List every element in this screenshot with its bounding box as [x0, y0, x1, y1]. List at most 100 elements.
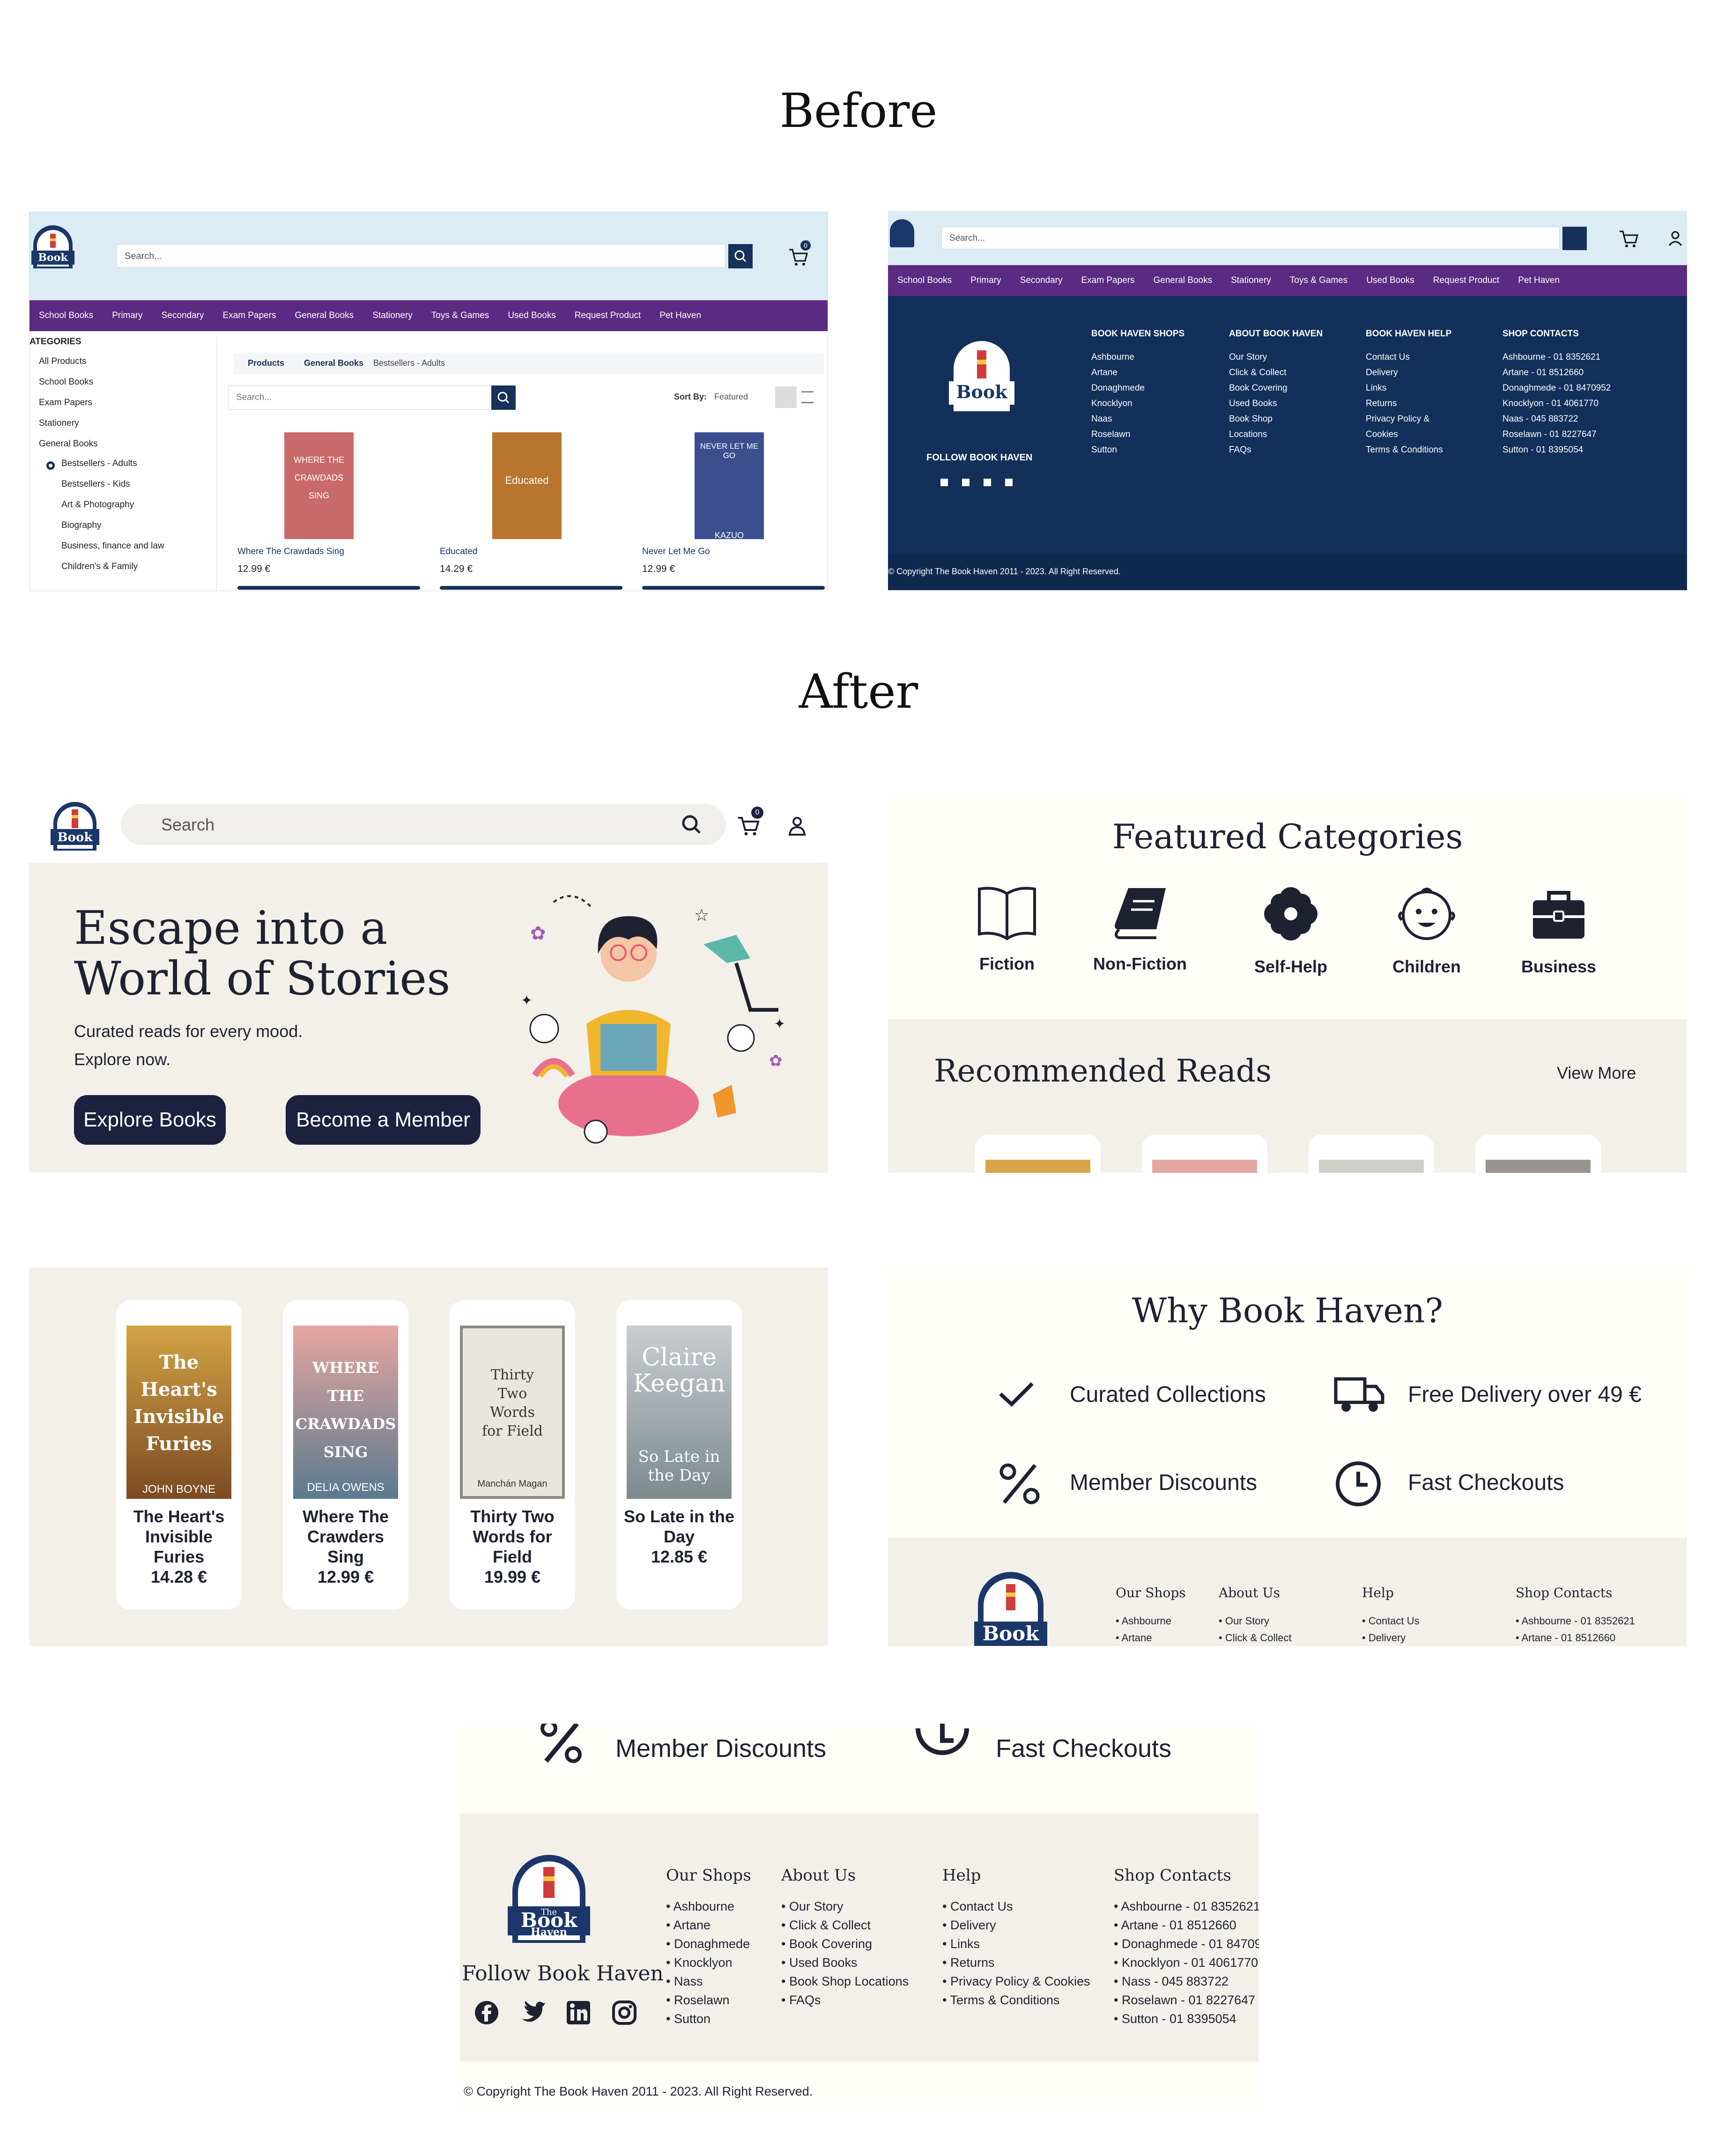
category-self-help[interactable]: Self-Help: [1230, 884, 1352, 977]
book-card[interactable]: WHERE THE CRAWDADS SING DELIA OWENS Where…: [283, 1300, 408, 1609]
footer-link[interactable]: Knocklyon: [1091, 396, 1184, 411]
nav-item[interactable]: General Books: [1144, 275, 1222, 286]
footer-link[interactable]: Book Shop Locations: [781, 1972, 909, 1991]
nav-item[interactable]: School Books: [888, 275, 961, 286]
nav-item[interactable]: Exam Papers: [1072, 275, 1144, 286]
footer-link[interactable]: Naas: [1091, 411, 1184, 427]
logo[interactable]: [890, 219, 914, 247]
instagram-icon[interactable]: [612, 2000, 637, 2028]
linkedin-icon[interactable]: [984, 479, 991, 486]
subcategory-item[interactable]: Bestsellers - Kids: [61, 479, 130, 489]
breadcrumb-general[interactable]: General Books: [304, 358, 363, 368]
footer-link[interactable]: Ashbourne: [1091, 349, 1184, 365]
footer-link[interactable]: Roselawn: [666, 1991, 751, 2009]
twitter-icon[interactable]: [962, 479, 970, 486]
nav-item[interactable]: Exam Papers: [213, 311, 285, 321]
nav-item[interactable]: Stationery: [363, 311, 422, 321]
nav-item[interactable]: Pet Haven: [1509, 275, 1569, 286]
instagram-icon[interactable]: [1005, 479, 1013, 486]
explore-books-button[interactable]: Explore Books: [74, 1095, 226, 1145]
become-member-button[interactable]: Become a Member: [286, 1095, 481, 1145]
footer-link[interactable]: Used Books: [1229, 396, 1323, 411]
category-item[interactable]: Exam Papers: [39, 398, 92, 408]
footer-link[interactable]: Sutton - 01 8395054: [1502, 442, 1611, 458]
subcategory-item[interactable]: Business, finance and law: [61, 541, 164, 551]
nav-item[interactable]: Primary: [961, 275, 1010, 286]
logo[interactable]: Book: [30, 222, 76, 273]
category-children[interactable]: Children: [1366, 884, 1488, 977]
footer-link[interactable]: Click & Collect: [781, 1916, 909, 1934]
footer-link[interactable]: Links: [942, 1934, 1090, 1953]
footer-link[interactable]: Donaghmede - 01 8470952: [1502, 380, 1611, 396]
old-search-button[interactable]: [1562, 227, 1587, 250]
nav-item[interactable]: Secondary: [1011, 275, 1072, 286]
footer-link[interactable]: Ashbourne - 01 8352621: [1114, 1897, 1259, 1916]
footer-link[interactable]: Sutton - 01 8395054: [1114, 2009, 1259, 2028]
footer-link[interactable]: Contact Us: [1366, 349, 1451, 365]
footer-link[interactable]: Book Covering: [1229, 380, 1323, 396]
footer-link[interactable]: Terms & Conditions: [942, 1991, 1090, 2009]
subcategory-item[interactable]: Art & Photography: [61, 500, 134, 510]
footer-link[interactable]: Used Books: [781, 1953, 909, 1972]
search-input[interactable]: Search: [121, 804, 726, 845]
category-item[interactable]: Stationery: [39, 418, 79, 429]
nav-item[interactable]: Request Product: [565, 311, 651, 321]
footer-link[interactable]: Privacy Policy & Cookies: [942, 1972, 1090, 1991]
product-title[interactable]: Where The Crawdads Sing: [237, 547, 344, 557]
category-item[interactable]: All Products: [39, 356, 86, 367]
footer-link[interactable]: Our Story: [781, 1897, 909, 1916]
add-to-cart-button[interactable]: [440, 586, 622, 590]
list-view-icon[interactable]: [801, 391, 814, 403]
footer-link[interactable]: Book Shop: [1229, 411, 1323, 427]
nav-item[interactable]: Pet Haven: [650, 311, 710, 321]
footer-link[interactable]: Nass - 045 883722: [1114, 1972, 1259, 1991]
footer-link[interactable]: FAQs: [781, 1991, 909, 2009]
breadcrumb-products[interactable]: Products: [248, 358, 284, 368]
category-business[interactable]: Business: [1498, 884, 1620, 977]
footer-link[interactable]: Terms & Conditions: [1366, 442, 1451, 458]
old-search-input[interactable]: Search...: [941, 227, 1560, 249]
user-icon[interactable]: [827, 248, 828, 269]
footer-link[interactable]: Roselawn - 01 8227647: [1114, 1991, 1259, 2009]
category-non-fiction[interactable]: Non-Fiction: [1079, 884, 1201, 974]
user-icon[interactable]: [1667, 230, 1683, 251]
footer-link[interactable]: Nass: [666, 1972, 751, 1991]
footer-link[interactable]: Click & Collect: [1229, 365, 1323, 380]
nav-item[interactable]: Secondary: [152, 311, 214, 321]
footer-link[interactable]: Returns: [942, 1953, 1090, 1972]
category-item[interactable]: School Books: [39, 377, 93, 387]
subcategory-item[interactable]: Children's & Family: [61, 562, 138, 572]
footer-link[interactable]: Privacy Policy &: [1366, 411, 1451, 427]
grid-view-icon[interactable]: [775, 386, 797, 408]
radio-selected-icon[interactable]: [46, 461, 55, 470]
cart-icon[interactable]: [788, 248, 809, 269]
footer-link[interactable]: Cookies: [1366, 427, 1451, 442]
add-to-cart-button[interactable]: [237, 586, 420, 590]
footer-link[interactable]: Donaghmede: [666, 1934, 751, 1953]
footer-link[interactable]: Roselawn - 01 8227647: [1502, 427, 1611, 442]
facebook-icon[interactable]: [474, 2000, 499, 2028]
subcategory-item[interactable]: Bestsellers - Adults: [61, 459, 137, 469]
cart-icon[interactable]: [737, 816, 761, 839]
linkedin-icon[interactable]: [566, 2000, 591, 2028]
nav-item[interactable]: Used Books: [1357, 275, 1423, 286]
footer-link[interactable]: Ashbourne: [666, 1897, 751, 1916]
nav-item[interactable]: Used Books: [498, 311, 565, 321]
footer-link[interactable]: Returns: [1366, 396, 1451, 411]
product-title[interactable]: Educated: [440, 547, 477, 557]
nav-item[interactable]: Toys & Games: [1280, 275, 1357, 286]
footer-link[interactable]: Artane - 01 8512660: [1502, 365, 1611, 380]
subcategory-item[interactable]: Biography: [61, 520, 102, 531]
footer-link[interactable]: Book Covering: [781, 1934, 909, 1953]
footer-link[interactable]: Delivery: [1366, 365, 1451, 380]
footer-link[interactable]: Locations: [1229, 427, 1323, 442]
list-search-button[interactable]: [491, 385, 516, 410]
book-card[interactable]: [1475, 1134, 1601, 1173]
product-title[interactable]: Never Let Me Go: [642, 547, 710, 557]
facebook-icon[interactable]: [940, 479, 948, 486]
nav-item[interactable]: Primary: [103, 311, 152, 321]
search-icon[interactable]: [680, 813, 703, 839]
footer-link[interactable]: Roselawn: [1091, 427, 1184, 442]
user-icon[interactable]: [788, 815, 807, 840]
nav-item[interactable]: Toys & Games: [422, 311, 499, 321]
